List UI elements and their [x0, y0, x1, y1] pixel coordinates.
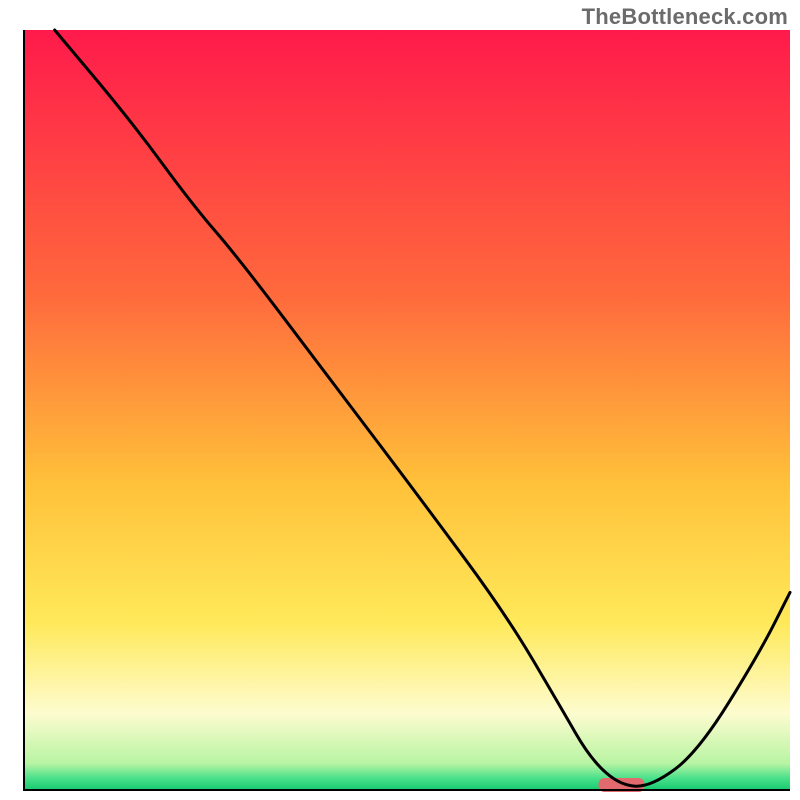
bottleneck-chart: [0, 0, 800, 800]
chart-container: { "watermark": "TheBottleneck.com", "cha…: [0, 0, 800, 800]
plot-background: [24, 30, 790, 790]
watermark-text: TheBottleneck.com: [582, 4, 788, 30]
